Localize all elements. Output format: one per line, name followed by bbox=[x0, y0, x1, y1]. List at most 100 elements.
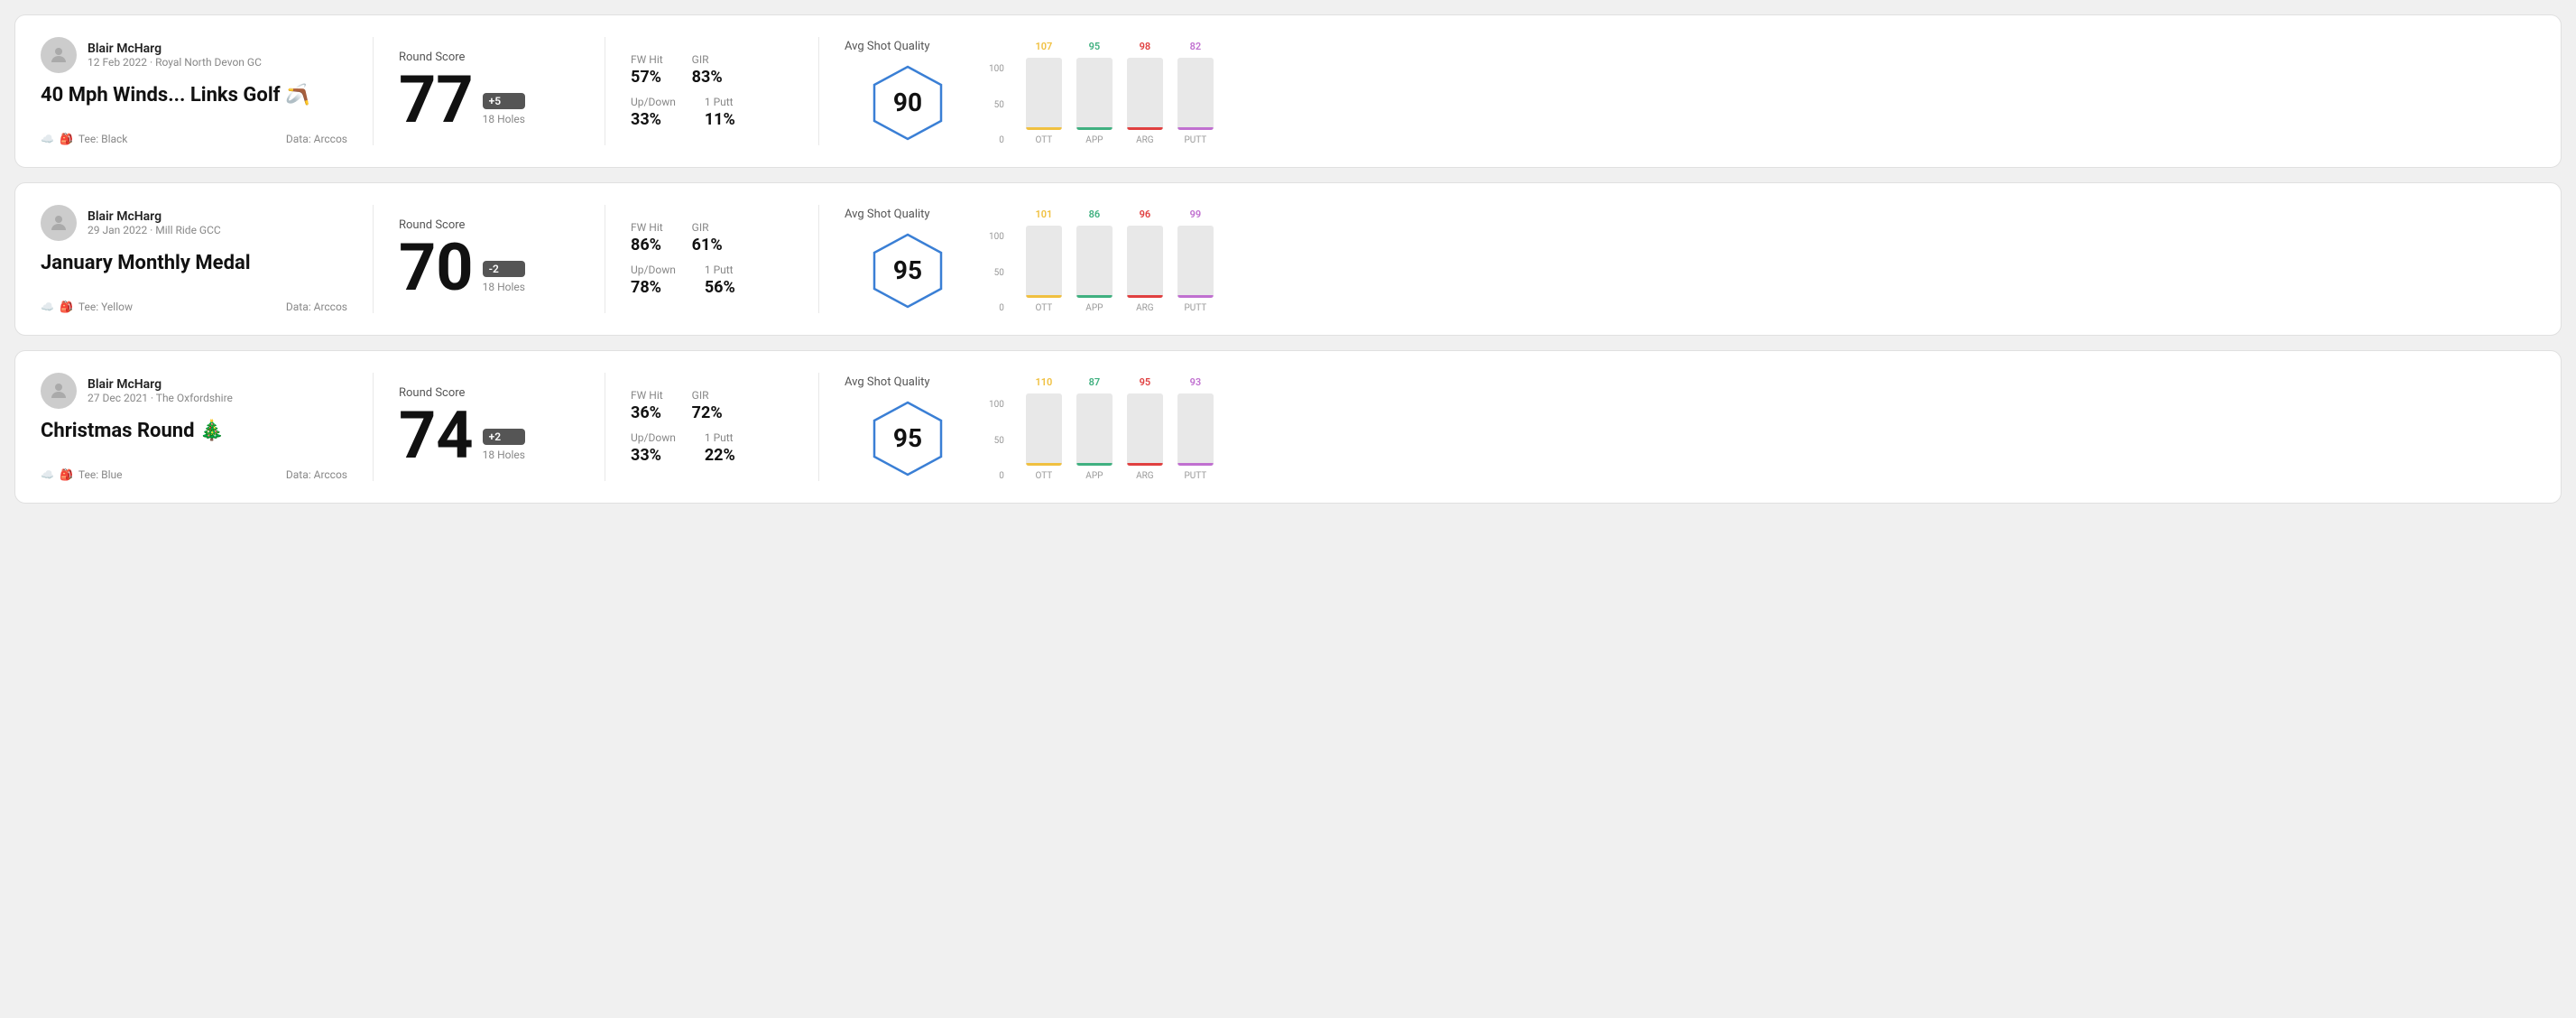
stats-row-bottom: Up/Down 33% 1 Putt 11% bbox=[631, 96, 793, 129]
avatar bbox=[41, 373, 77, 409]
weather-icon: ☁️ bbox=[41, 133, 54, 145]
stat-fw-hit: FW Hit 86% bbox=[631, 221, 663, 255]
tee-left: ☁️ 🎒 Tee: Black bbox=[41, 133, 127, 145]
divider-1 bbox=[373, 205, 374, 313]
bag-icon: 🎒 bbox=[60, 468, 73, 481]
stat-gir: GIR 61% bbox=[692, 221, 723, 255]
divider-3 bbox=[818, 205, 819, 313]
stat-one-putt: 1 Putt 56% bbox=[705, 264, 735, 297]
chart-col-arg: 95 ARG bbox=[1127, 376, 1163, 481]
section-chart: 100 50 0 101 OTT 86 APP 96 ARG bbox=[971, 205, 2535, 313]
tee-label: Tee: Black bbox=[78, 133, 127, 145]
gir-label: GIR bbox=[692, 53, 723, 66]
tee-left: ☁️ 🎒 Tee: Blue bbox=[41, 468, 122, 481]
round-title: 40 Mph Winds... Links Golf 🪃 bbox=[41, 84, 347, 106]
holes-label: 18 Holes bbox=[483, 113, 525, 125]
bag-icon: 🎒 bbox=[60, 133, 73, 145]
user-name: Blair McHarg bbox=[88, 209, 221, 224]
section-stats: FW Hit 86% GIR 61% Up/Down 78% 1 Putt 56… bbox=[631, 205, 793, 313]
fw-hit-label: FW Hit bbox=[631, 221, 663, 234]
tee-left: ☁️ 🎒 Tee: Yellow bbox=[41, 301, 133, 313]
user-info: Blair McHarg 27 Dec 2021 · The Oxfordshi… bbox=[41, 373, 347, 409]
user-date-course: 12 Feb 2022 · Royal North Devon GC bbox=[88, 56, 262, 69]
gir-label: GIR bbox=[692, 221, 723, 234]
section-quality: Avg Shot Quality 90 bbox=[845, 37, 971, 145]
hexagon: 95 bbox=[867, 398, 948, 479]
quality-label: Avg Shot Quality bbox=[845, 375, 930, 389]
chart-col-ott: 107 OTT bbox=[1026, 41, 1062, 145]
divider-3 bbox=[818, 37, 819, 145]
hexagon-container: 95 bbox=[867, 398, 948, 479]
section-chart: 100 50 0 107 OTT 95 APP 98 ARG bbox=[971, 37, 2535, 145]
tee-info: ☁️ 🎒 Tee: Black Data: Arccos bbox=[41, 133, 347, 145]
stat-fw-hit: FW Hit 57% bbox=[631, 53, 663, 87]
round-card-1: Blair McHarg 12 Feb 2022 · Royal North D… bbox=[14, 14, 2562, 168]
score-row: 74 +2 18 Holes bbox=[399, 403, 579, 468]
score-row: 77 +5 18 Holes bbox=[399, 68, 579, 133]
hexagon: 90 bbox=[867, 62, 948, 143]
round-title: Christmas Round 🎄 bbox=[41, 420, 347, 442]
chart-col-putt: 99 PUTT bbox=[1177, 208, 1214, 313]
updown-label: Up/Down bbox=[631, 431, 676, 444]
stats-row-bottom: Up/Down 78% 1 Putt 56% bbox=[631, 264, 793, 297]
divider-1 bbox=[373, 373, 374, 481]
stat-updown: Up/Down 33% bbox=[631, 431, 676, 465]
holes-label: 18 Holes bbox=[483, 281, 525, 293]
stat-updown: Up/Down 33% bbox=[631, 96, 676, 129]
score-number: 74 bbox=[399, 403, 474, 468]
section-stats: FW Hit 57% GIR 83% Up/Down 33% 1 Putt 11… bbox=[631, 37, 793, 145]
chart-col-app: 95 APP bbox=[1076, 41, 1113, 145]
section-score: Round Score 74 +2 18 Holes bbox=[399, 373, 579, 481]
divider-1 bbox=[373, 37, 374, 145]
quality-score: 90 bbox=[893, 88, 922, 117]
chart-y-axis: 100 50 0 bbox=[989, 232, 1004, 313]
chart-col-app: 86 APP bbox=[1076, 208, 1113, 313]
gir-value: 61% bbox=[692, 236, 723, 255]
score-badge: -2 bbox=[483, 261, 525, 277]
section-score: Round Score 77 +5 18 Holes bbox=[399, 37, 579, 145]
hexagon: 95 bbox=[867, 230, 948, 311]
round-card-2: Blair McHarg 29 Jan 2022 · Mill Ride GCC… bbox=[14, 182, 2562, 336]
one-putt-label: 1 Putt bbox=[705, 264, 735, 276]
user-details: Blair McHarg 27 Dec 2021 · The Oxfordshi… bbox=[88, 377, 233, 404]
section-left: Blair McHarg 12 Feb 2022 · Royal North D… bbox=[41, 37, 347, 145]
user-date-course: 27 Dec 2021 · The Oxfordshire bbox=[88, 392, 233, 404]
section-score: Round Score 70 -2 18 Holes bbox=[399, 205, 579, 313]
chart-col-arg: 98 ARG bbox=[1127, 41, 1163, 145]
stat-one-putt: 1 Putt 22% bbox=[705, 431, 735, 465]
data-source: Data: Arccos bbox=[286, 301, 347, 313]
updown-value: 78% bbox=[631, 278, 676, 297]
fw-hit-value: 36% bbox=[631, 403, 663, 422]
stat-updown: Up/Down 78% bbox=[631, 264, 676, 297]
chart-col-putt: 82 PUTT bbox=[1177, 41, 1214, 145]
updown-value: 33% bbox=[631, 110, 676, 129]
one-putt-value: 11% bbox=[705, 110, 735, 129]
tee-label: Tee: Blue bbox=[78, 468, 123, 481]
one-putt-value: 22% bbox=[705, 446, 735, 465]
user-info: Blair McHarg 29 Jan 2022 · Mill Ride GCC bbox=[41, 205, 347, 241]
updown-value: 33% bbox=[631, 446, 676, 465]
section-stats: FW Hit 36% GIR 72% Up/Down 33% 1 Putt 22… bbox=[631, 373, 793, 481]
chart-y-axis: 100 50 0 bbox=[989, 64, 1004, 145]
stat-fw-hit: FW Hit 36% bbox=[631, 389, 663, 422]
user-info: Blair McHarg 12 Feb 2022 · Royal North D… bbox=[41, 37, 347, 73]
score-badge-col: +5 18 Holes bbox=[483, 93, 525, 133]
chart-col-ott: 101 OTT bbox=[1026, 208, 1062, 313]
fw-hit-label: FW Hit bbox=[631, 389, 663, 402]
chart-area: 100 50 0 107 OTT 95 APP 98 ARG bbox=[989, 37, 2535, 145]
divider-3 bbox=[818, 373, 819, 481]
chart-col-putt: 93 PUTT bbox=[1177, 376, 1214, 481]
chart-y-axis: 100 50 0 bbox=[989, 400, 1004, 481]
user-name: Blair McHarg bbox=[88, 377, 233, 392]
gir-value: 72% bbox=[692, 403, 723, 422]
weather-icon: ☁️ bbox=[41, 301, 54, 313]
score-badge-col: -2 18 Holes bbox=[483, 261, 525, 301]
stat-gir: GIR 72% bbox=[692, 389, 723, 422]
quality-label: Avg Shot Quality bbox=[845, 40, 930, 53]
stats-row-bottom: Up/Down 33% 1 Putt 22% bbox=[631, 431, 793, 465]
score-number: 70 bbox=[399, 236, 474, 301]
data-source: Data: Arccos bbox=[286, 133, 347, 145]
round-card-3: Blair McHarg 27 Dec 2021 · The Oxfordshi… bbox=[14, 350, 2562, 504]
updown-label: Up/Down bbox=[631, 96, 676, 108]
quality-score: 95 bbox=[893, 255, 922, 285]
